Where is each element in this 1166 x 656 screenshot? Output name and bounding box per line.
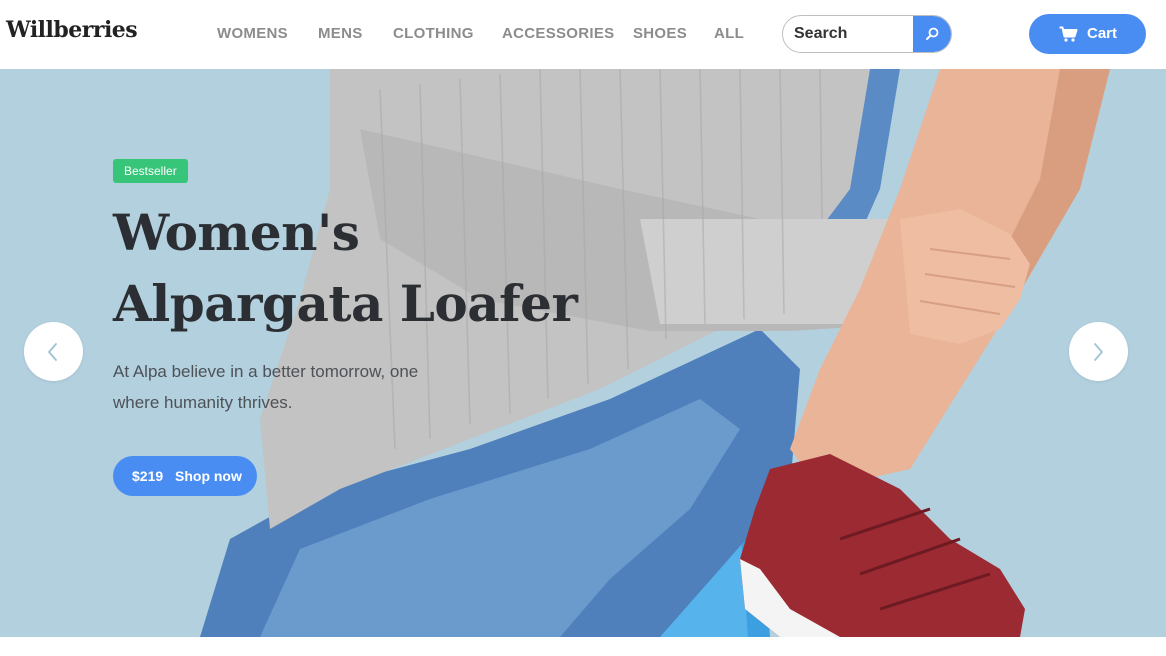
nav-item-accessories[interactable]: ACCESSORIES (502, 25, 615, 42)
bestseller-badge: Bestseller (113, 159, 188, 183)
hero-title-line-2: Alpargata Loafer (113, 274, 578, 333)
search-button[interactable] (913, 16, 951, 52)
nav-item-all[interactable]: ALL (714, 25, 744, 42)
nav-item-shoes[interactable]: SHOES (633, 25, 687, 42)
slider-prev-button[interactable] (24, 322, 83, 381)
site-header: Willberries WOMENS MENS CLOTHING ACCESSO… (0, 0, 1166, 69)
chevron-left-icon (48, 343, 57, 361)
nav-item-clothing[interactable]: CLOTHING (393, 25, 474, 42)
hero-banner: Bestseller Women's Alpargata Loafer At A… (0, 69, 1166, 637)
slider-next-button[interactable] (1069, 322, 1128, 381)
hero-title-line-1: Women's (113, 203, 360, 262)
nav-item-womens[interactable]: WOMENS (217, 25, 288, 42)
cart-icon (1059, 26, 1078, 42)
shop-now-button[interactable]: $219 Shop now (113, 456, 257, 496)
nav-item-mens[interactable]: MENS (318, 25, 363, 42)
search-icon (926, 27, 939, 40)
search-input[interactable] (783, 16, 914, 52)
product-price: $219 (132, 468, 164, 484)
hero-title: Women's Alpargata Loafer (113, 197, 633, 339)
chevron-right-icon (1094, 343, 1103, 361)
hero-description: At Alpa believe in a better tomorrow, on… (113, 362, 419, 412)
cart-button[interactable]: Cart (1029, 14, 1146, 54)
hero-product-image (200, 69, 1110, 637)
cart-label: Cart (1087, 25, 1118, 42)
search-form (782, 15, 952, 53)
shop-now-label: Shop now (175, 468, 242, 484)
site-logo[interactable]: Willberries (6, 17, 138, 43)
